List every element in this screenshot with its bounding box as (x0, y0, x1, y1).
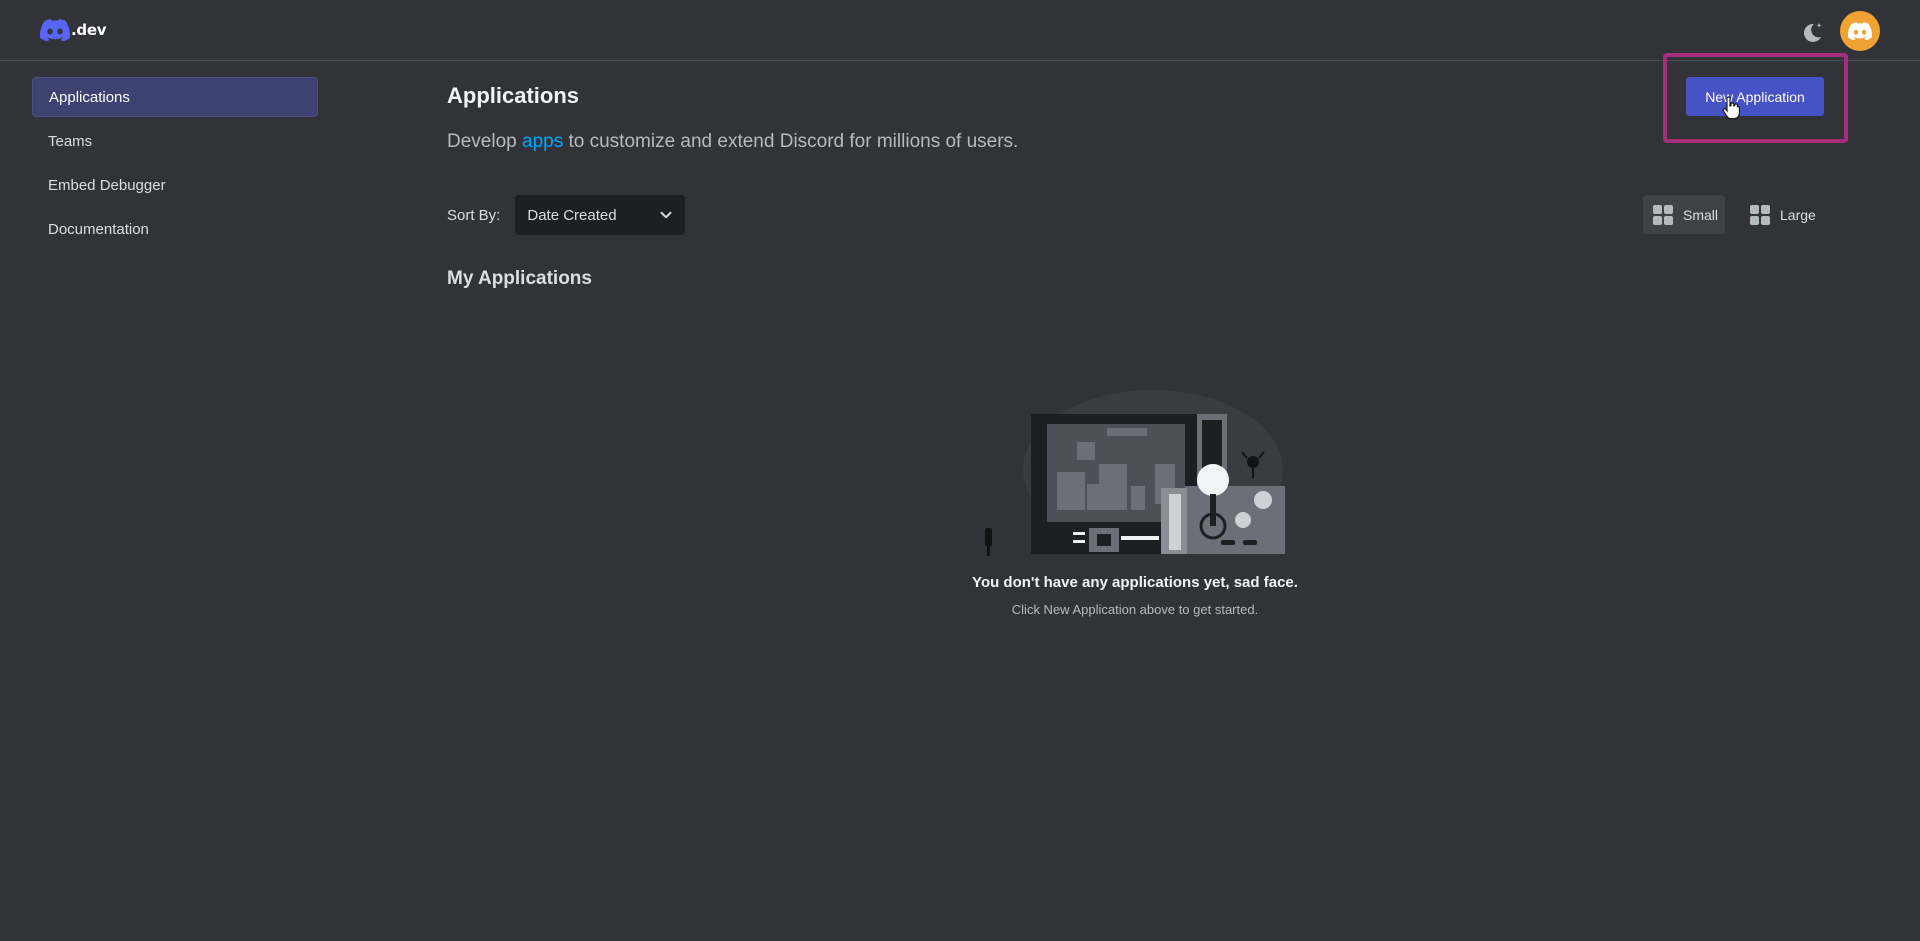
page-title: Applications (447, 83, 580, 108)
hand-cursor-icon (1722, 96, 1740, 120)
sidebar-item-label: Applications (49, 88, 130, 106)
sidebar-item-applications[interactable]: Applications (32, 77, 318, 117)
sort-value: Date Created (527, 206, 617, 224)
subtitle-prefix: Develop (447, 131, 522, 152)
sidebar-item-label: Embed Debugger (48, 176, 166, 194)
sidebar: Applications Teams Embed Debugger Docume… (32, 77, 318, 253)
sidebar-item-label: Teams (48, 132, 93, 150)
section-title: My Applications (447, 268, 592, 289)
apps-link[interactable]: apps (522, 131, 563, 152)
grid-large-icon (1750, 204, 1770, 225)
sidebar-item-embed-debugger[interactable]: Embed Debugger (32, 165, 318, 205)
top-bar: .dev (0, 0, 1920, 61)
page-subtitle: Develop apps to customize and extend Dis… (447, 131, 1018, 153)
empty-state-title: You don't have any applications yet, sad… (972, 574, 1298, 591)
empty-state-subtitle: Click New Application above to get start… (1011, 602, 1259, 617)
view-small-label: Small (1683, 206, 1719, 223)
view-large-label: Large (1780, 206, 1816, 223)
avatar[interactable] (1840, 11, 1880, 51)
sort-row: Sort By: Date Created (447, 195, 686, 235)
sidebar-item-label: Documentation (48, 220, 149, 238)
new-application-button[interactable]: New Application (1686, 77, 1824, 116)
logo[interactable]: .dev (40, 18, 106, 42)
theme-toggle-button[interactable] (1797, 17, 1827, 47)
sidebar-item-teams[interactable]: Teams (32, 121, 318, 161)
discord-avatar-icon (1848, 22, 1872, 40)
moon-star-icon (1803, 23, 1822, 42)
logo-text: .dev (71, 21, 107, 39)
view-large-button[interactable]: Large (1740, 195, 1826, 234)
empty-state: You don't have any applications yet, sad… (900, 390, 1370, 617)
sort-dropdown[interactable]: Date Created (515, 195, 686, 235)
sidebar-item-documentation[interactable]: Documentation (32, 209, 318, 249)
empty-state-illustration (985, 390, 1285, 556)
chevron-down-icon (660, 211, 672, 219)
subtitle-suffix: to customize and extend Discord for mill… (563, 131, 1019, 152)
grid-small-icon (1653, 204, 1673, 225)
discord-logo-icon (40, 19, 70, 41)
sort-label: Sort By: (447, 206, 501, 224)
view-small-button[interactable]: Small (1643, 195, 1725, 234)
